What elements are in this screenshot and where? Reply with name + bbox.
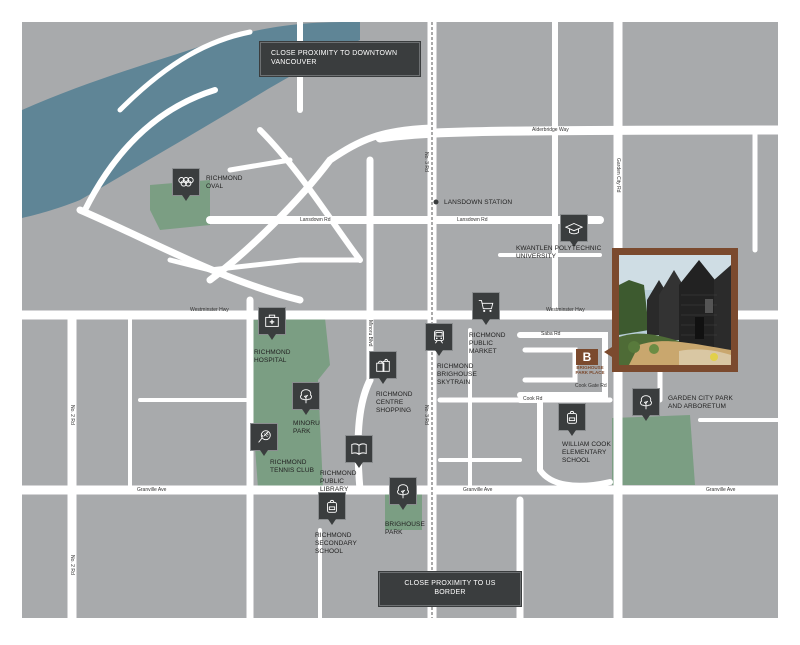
shopping-cart-icon[interactable] (472, 292, 500, 325)
train-icon[interactable] (425, 323, 453, 356)
poi-label-secondary: RICHMOND SECONDARY SCHOOL (315, 532, 357, 555)
road-label-alderbridge: Alderbridge Way (532, 127, 569, 133)
tennis-racket-icon[interactable] (250, 423, 278, 456)
poi-label-skytrain: RICHMOND BRIGHOUSE SKYTRAIN (437, 363, 477, 386)
project-logo-mark: B (576, 349, 598, 365)
poi-label-brighouse-park: BRIGHOUSE PARK (385, 521, 425, 536)
road-label-minoru: Minoru Blvd (367, 320, 373, 347)
road-label-westminster-left: Westminster Hwy (190, 307, 229, 313)
road-label-granville-mid: Granville Ave (463, 487, 493, 493)
station-dot (433, 199, 439, 205)
first-aid-kit-icon[interactable] (258, 307, 286, 340)
road-label-granville-left: Granville Ave (137, 487, 167, 493)
road-label-no2-top: No. 2 Rd (69, 405, 75, 425)
tree-icon[interactable] (632, 388, 660, 421)
poi-label-oval: RICHMOND OVAL (206, 175, 243, 190)
poi-label-cook-school: WILLIAM COOK ELEMENTARY SCHOOL (562, 441, 611, 464)
poi-label-minoru: MINORU PARK (293, 420, 320, 435)
station-label: LANSDOWN STATION (444, 199, 513, 206)
olympic-rings-icon[interactable] (172, 168, 200, 201)
poi-label-market: RICHMOND PUBLIC MARKET (469, 332, 506, 355)
tree-icon[interactable] (389, 477, 417, 510)
downtown-callout: CLOSE PROXIMITY TO DOWNTOWN VANCOUVER (259, 41, 421, 77)
backpack-icon[interactable] (318, 492, 346, 525)
backpack-icon[interactable] (558, 403, 586, 436)
project-photo (612, 248, 738, 372)
poi-label-kwantlen: KWANTLEN POLYTECHNIC UNIVERSITY (516, 245, 602, 260)
tree-icon[interactable] (292, 382, 320, 415)
project-logo-text: BRIGHOUSE PARK PLACE (575, 365, 605, 375)
graduation-cap-icon[interactable] (560, 214, 588, 247)
road-label-garden-city: Garden City Rd (615, 158, 621, 193)
road-label-no2-bottom: No. 2 Rd (69, 555, 75, 575)
road-label-granville-right: Granville Ave (706, 487, 736, 493)
project-logo[interactable]: B BRIGHOUSE PARK PLACE (572, 349, 604, 377)
garden-city-park-area (612, 415, 695, 485)
poi-label-shopping: RICHMOND CENTRE SHOPPING (376, 391, 413, 414)
poi-label-hospital: RICHMOND HOSPITAL (254, 349, 291, 364)
townhouse-image (619, 255, 731, 365)
road-label-lansdowne-left: Lansdown Rd (300, 217, 331, 223)
shopping-bags-icon[interactable] (369, 351, 397, 384)
book-icon[interactable] (345, 435, 373, 468)
road-label-cook: Cook Rd (523, 396, 543, 402)
road-label-cook-gate: Cook Gate Rd (575, 383, 607, 389)
border-callout: CLOSE PROXIMITY TO US BORDER (378, 571, 522, 607)
road-label-saba: Saba Rd (541, 331, 561, 337)
poi-label-library: RICHMOND PUBLIC LIBRARY (320, 470, 357, 493)
road-label-westminster-right: Westminster Hwy (546, 307, 585, 313)
neighbourhood-map: Alderbridge Way Lansdown Rd Lansdown Rd … (0, 0, 800, 640)
road-label-lansdowne-right: Lansdown Rd (457, 217, 488, 223)
poi-label-tennis: RICHMOND TENNIS CLUB (270, 459, 315, 474)
poi-label-garden-city: GARDEN CITY PARK AND ARBORETUM (668, 395, 733, 410)
road-label-no3-top: No. 3 Rd (423, 152, 429, 172)
